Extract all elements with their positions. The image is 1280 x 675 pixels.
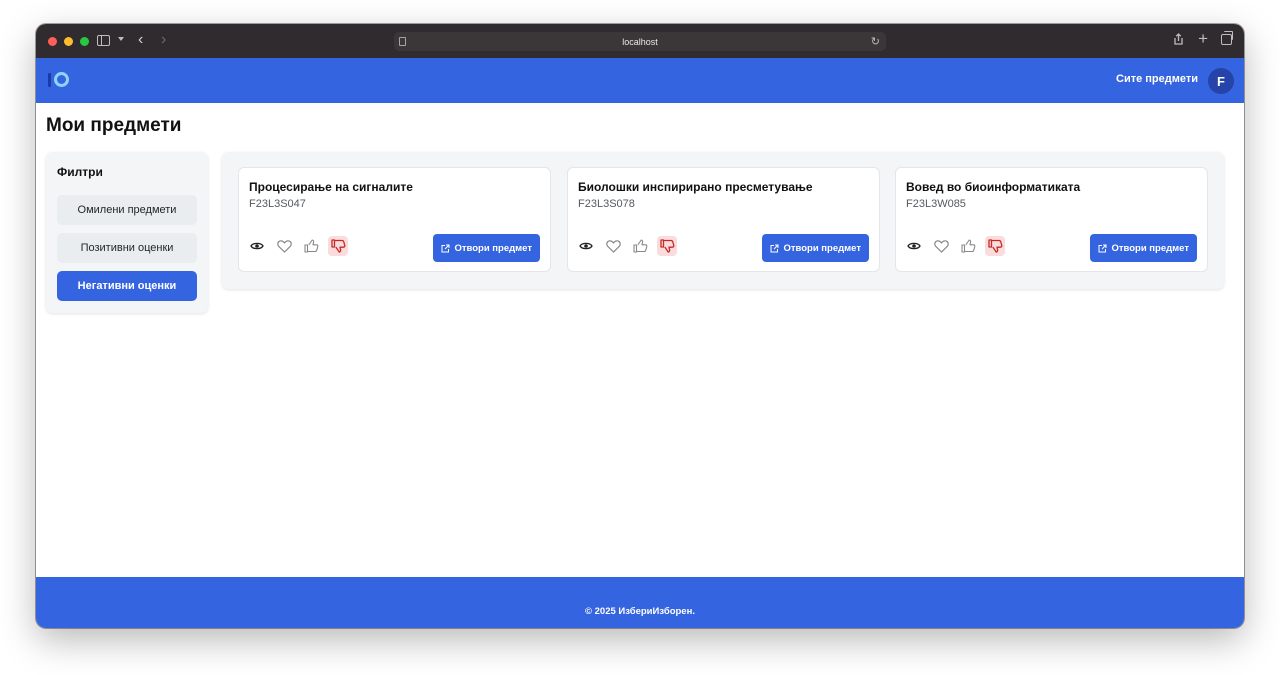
filter-favorites-button[interactable]: Омилени предмети xyxy=(57,195,197,225)
all-subjects-link[interactable]: Сите предмети xyxy=(1116,73,1198,85)
thumbs-down-icon[interactable] xyxy=(657,236,677,256)
footer: © 2025 ИзбериИзборен. xyxy=(36,577,1244,628)
filters-panel: Филтри Омилени предмети Позитивни оценки… xyxy=(46,152,208,313)
address-bar[interactable]: localhost ↻ xyxy=(394,32,886,51)
filter-negative-button[interactable]: Негативни оценки xyxy=(57,271,197,301)
thumbs-down-icon[interactable] xyxy=(985,236,1005,256)
site-settings-icon[interactable] xyxy=(399,37,406,46)
courses-panel: Процесирање на сигналите F23L3S047 Отвор… xyxy=(222,152,1224,289)
filters-title: Филтри xyxy=(57,165,103,179)
open-course-label: Отвори предмет xyxy=(1111,242,1189,254)
heart-icon[interactable] xyxy=(931,236,951,256)
zoom-window-button[interactable] xyxy=(80,36,89,46)
course-code: F23L3W085 xyxy=(906,198,966,210)
thumbs-up-icon[interactable] xyxy=(630,236,650,256)
main-content: Мои предмети Филтри Омилени предмети Поз… xyxy=(36,103,1244,577)
heart-icon[interactable] xyxy=(274,236,294,256)
course-title: Биолошки инспирирано пресметување xyxy=(578,180,813,194)
open-course-button[interactable]: Отвори предмет xyxy=(1090,234,1197,262)
url-text: localhost xyxy=(622,36,658,47)
thumbs-up-icon[interactable] xyxy=(301,236,321,256)
app-header: Сите предмети F xyxy=(36,58,1244,103)
thumbs-down-icon[interactable] xyxy=(328,236,348,256)
course-card: Процесирање на сигналите F23L3S047 Отвор… xyxy=(238,167,551,272)
user-avatar[interactable]: F xyxy=(1208,68,1234,94)
open-course-label: Отвори предмет xyxy=(454,242,532,254)
open-course-label: Отвори предмет xyxy=(783,242,861,254)
eye-icon[interactable] xyxy=(904,236,924,256)
browser-toolbar: ‹ › localhost ↻ + xyxy=(36,24,1244,58)
filter-positive-button[interactable]: Позитивни оценки xyxy=(57,233,197,263)
course-actions xyxy=(576,236,677,256)
chevron-down-icon[interactable] xyxy=(118,37,124,41)
browser-window: ‹ › localhost ↻ + Сите предмети F Мои пр… xyxy=(36,24,1244,628)
course-title: Процесирање на сигналите xyxy=(249,180,413,194)
course-card: Биолошки инспирирано пресметување F23L3S… xyxy=(567,167,880,272)
new-tab-icon[interactable]: + xyxy=(1198,30,1208,47)
reload-icon[interactable]: ↻ xyxy=(871,35,880,48)
course-actions xyxy=(904,236,1005,256)
open-course-button[interactable]: Отвори предмет xyxy=(762,234,869,262)
external-link-icon xyxy=(770,244,779,252)
tab-overview-icon[interactable] xyxy=(1221,31,1233,45)
open-course-button[interactable]: Отвори предмет xyxy=(433,234,540,262)
thumbs-up-icon[interactable] xyxy=(958,236,978,256)
sidebar-toggle-icon[interactable] xyxy=(97,35,110,46)
course-card: Вовед во биоинформатиката F23L3W085 Отво… xyxy=(895,167,1208,272)
footer-copyright: © 2025 ИзбериИзборен. xyxy=(585,605,695,617)
external-link-icon xyxy=(441,244,450,252)
course-actions xyxy=(247,236,348,256)
back-icon[interactable]: ‹ xyxy=(138,32,143,48)
eye-icon[interactable] xyxy=(576,236,596,256)
heart-icon[interactable] xyxy=(603,236,623,256)
course-code: F23L3S078 xyxy=(578,198,635,210)
share-icon[interactable] xyxy=(1173,33,1184,45)
window-controls xyxy=(48,36,89,46)
course-code: F23L3S047 xyxy=(249,198,306,210)
app-logo[interactable] xyxy=(48,72,70,89)
close-window-button[interactable] xyxy=(48,36,57,46)
forward-icon[interactable]: › xyxy=(161,32,166,48)
eye-icon[interactable] xyxy=(247,236,267,256)
minimize-window-button[interactable] xyxy=(64,36,73,46)
page-title: Мои предмети xyxy=(46,115,182,136)
external-link-icon xyxy=(1098,244,1107,252)
course-title: Вовед во биоинформатиката xyxy=(906,180,1081,194)
